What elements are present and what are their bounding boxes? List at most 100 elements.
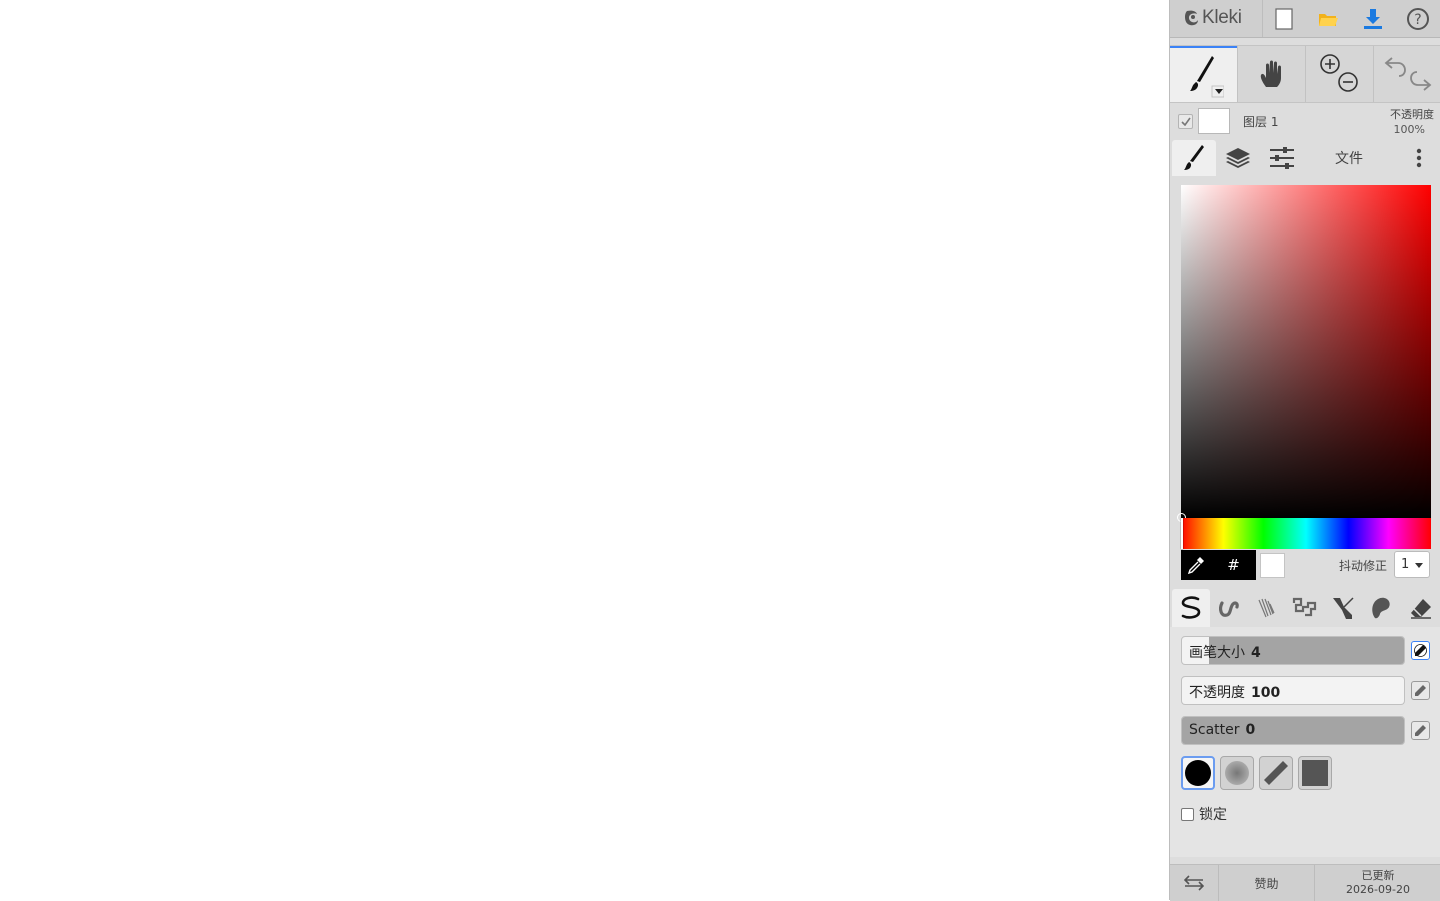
hex-input-button[interactable]: # (1211, 550, 1256, 580)
tab-brush[interactable] (1172, 140, 1216, 176)
hue-slider[interactable] (1181, 518, 1431, 549)
top-bar: Kleki ? (1170, 0, 1440, 38)
help-icon[interactable]: ? (1405, 6, 1431, 32)
stabilizer-value: 1 (1401, 557, 1410, 572)
brush-type-chemy[interactable] (1324, 589, 1362, 627)
check-icon (1180, 117, 1191, 126)
pen-pressure-icon (1415, 725, 1426, 736)
scatter-text: Scatter 0 (1189, 722, 1255, 738)
stabilizer-label: 抖动修正 (1339, 559, 1388, 573)
tool-panel: Kleki ? 图层 1 不透明度 100% 文件 # 抖动修正 1 画笔大小 … (1169, 0, 1440, 901)
scatter-value: 0 (1245, 722, 1256, 738)
active-layer-row[interactable]: 图层 1 不透明度 100% (1170, 102, 1440, 140)
scatter-label: Scatter (1189, 722, 1240, 738)
pixel-brush-icon (1292, 597, 1317, 617)
brush-size-label: 画笔大小 (1189, 645, 1245, 661)
brush-opacity-label: 不透明度 (1189, 685, 1245, 701)
brush-size-value: 4 (1251, 645, 1261, 661)
tab-adjustments[interactable] (1260, 140, 1304, 176)
pen-brush-icon (1181, 596, 1201, 619)
tip-round-soft[interactable] (1220, 756, 1254, 790)
brush-opacity-slider[interactable]: 不透明度 100 (1181, 676, 1405, 705)
chisel-tip-icon (1264, 761, 1288, 785)
brush-size-slider[interactable]: 画笔大小 4 (1181, 636, 1405, 665)
size-pressure-toggle[interactable] (1411, 641, 1430, 660)
brush-settings: 画笔大小 4 不透明度 100 Scatter 0 锁定 (1170, 627, 1440, 857)
brush-type-sketchy[interactable] (1248, 589, 1286, 627)
tool-row (1170, 45, 1440, 103)
eyedropper-button[interactable] (1181, 550, 1211, 580)
panel-tabs: 文件 (1170, 140, 1440, 176)
round-soft-tip-icon (1225, 761, 1249, 785)
sponsor-label: 赞助 (1254, 876, 1279, 891)
scatter-slider[interactable]: Scatter 0 (1181, 716, 1405, 745)
brush-type-eraser[interactable] (1402, 589, 1440, 627)
more-vertical-icon (1416, 148, 1422, 168)
square-tip-icon (1302, 760, 1328, 786)
drawing-canvas[interactable] (0, 0, 1169, 900)
color-tools-row: # 抖动修正 1 (1181, 550, 1431, 580)
layer-thumbnail (1198, 108, 1230, 134)
scatter-pressure-toggle[interactable] (1411, 721, 1430, 740)
kleki-logo-icon (1185, 10, 1198, 26)
layers-icon (1226, 148, 1250, 168)
layer-visibility-checkbox[interactable] (1178, 114, 1193, 129)
lock-alpha-label: 锁定 (1199, 807, 1227, 823)
zoom-buttons[interactable] (1306, 46, 1373, 102)
swap-panel-side-button[interactable] (1170, 865, 1218, 901)
opacity-pressure-toggle[interactable] (1411, 681, 1430, 700)
new-file-icon[interactable] (1271, 6, 1297, 32)
tab-layers[interactable] (1216, 140, 1260, 176)
saturation-value-picker[interactable] (1177, 185, 1431, 522)
secondary-color-swatch[interactable] (1260, 553, 1285, 578)
brush-type-pixel[interactable] (1286, 589, 1324, 627)
download-icon[interactable] (1360, 6, 1386, 32)
chevron-down-icon (1415, 563, 1423, 568)
tab-file[interactable]: 文件 (1316, 140, 1382, 176)
layer-opacity-label: 不透明度 (1390, 108, 1434, 121)
eraser-icon (1411, 599, 1431, 619)
more-menu-button[interactable] (1402, 140, 1436, 176)
swap-arrows-icon (1184, 875, 1204, 891)
tip-chisel[interactable] (1259, 756, 1293, 790)
app-logo[interactable]: Kleki (1184, 5, 1242, 31)
updated-date: 2026-09-20 (1346, 883, 1410, 896)
tip-square[interactable] (1298, 756, 1332, 790)
brush-type-pen[interactable] (1172, 589, 1210, 627)
brush-type-blend[interactable] (1210, 589, 1248, 627)
lock-alpha-row[interactable]: 锁定 (1181, 804, 1227, 824)
blend-brush-icon (1219, 601, 1239, 617)
pen-pressure-icon (1414, 644, 1427, 657)
bottom-bar: 赞助 已更新 2026-09-20 (1170, 864, 1440, 901)
brush-tool-button[interactable] (1170, 46, 1237, 102)
stabilizer-select[interactable]: 1 (1394, 551, 1430, 578)
brush-size-text: 画笔大小 4 (1189, 642, 1261, 662)
sponsor-button[interactable]: 赞助 (1219, 865, 1314, 901)
hand-tool-icon (1260, 60, 1281, 87)
tab-file-label: 文件 (1335, 151, 1363, 167)
open-folder-icon[interactable] (1315, 6, 1341, 32)
pen-pressure-icon (1415, 685, 1426, 696)
layer-opacity-value: 100% (1393, 123, 1425, 136)
tip-round-hard[interactable] (1181, 756, 1215, 790)
eyedropper-icon (1187, 557, 1204, 574)
lock-alpha-checkbox[interactable] (1181, 807, 1194, 821)
app-title: Kleki (1202, 7, 1242, 28)
smudge-brush-icon (1372, 597, 1390, 619)
sketchy-brush-icon (1258, 598, 1275, 618)
undo-redo-buttons[interactable] (1374, 46, 1440, 102)
round-hard-tip-icon (1185, 760, 1211, 786)
brush-type-smudge[interactable] (1362, 589, 1400, 627)
brush-icon (1184, 145, 1204, 170)
brush-type-row (1170, 589, 1440, 627)
hue-handle[interactable] (1181, 518, 1183, 549)
layer-name: 图层 1 (1243, 115, 1279, 129)
sliders-icon (1270, 147, 1294, 169)
svg-text:?: ? (1414, 12, 1421, 28)
zoom-icon (1319, 54, 1358, 92)
chemy-brush-icon (1333, 597, 1354, 619)
hand-tool-button[interactable] (1238, 46, 1305, 102)
changelog-button[interactable]: 已更新 2026-09-20 (1315, 865, 1440, 901)
brush-opacity-text: 不透明度 100 (1189, 682, 1280, 702)
separator (1262, 0, 1263, 37)
